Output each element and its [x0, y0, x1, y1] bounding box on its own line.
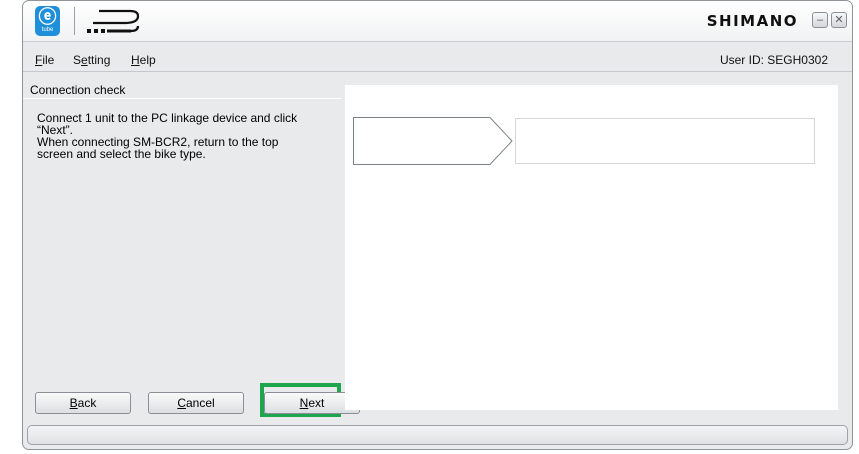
device-info-box [515, 118, 815, 164]
close-button[interactable]: ✕ [831, 12, 847, 28]
shimano-s-logo [87, 9, 140, 33]
app-window: ⓔ tube SHIMANO – ✕ File Setting Help Use… [22, 0, 853, 450]
cancel-button[interactable]: Cancel [148, 392, 244, 414]
logo-divider [74, 7, 75, 35]
menu-setting-accel: e [81, 53, 88, 67]
menu-bar: File Setting Help User ID: SEGH0302 [23, 49, 852, 72]
etube-logo-text: tube [41, 27, 54, 33]
title-bar: ⓔ tube SHIMANO – ✕ [23, 1, 852, 42]
menu-setting-s: S [73, 53, 82, 67]
etube-logo: ⓔ tube [35, 6, 60, 36]
close-icon: ✕ [834, 14, 844, 26]
arrow-step-box [353, 117, 513, 165]
menu-setting[interactable]: Setting [73, 53, 110, 67]
left-panel: Connection check Connect 1 unit to the P… [23, 76, 360, 417]
instructions-text: Connect 1 unit to the PC linkage device … [37, 112, 327, 160]
panel-title-divider [23, 98, 341, 99]
connection-diagram-panel [345, 85, 838, 410]
shimano-brand: SHIMANO [706, 12, 798, 30]
next-rest: ext [308, 396, 325, 410]
menu-setting-rest: tting [87, 53, 111, 67]
menu-help[interactable]: Help [131, 53, 156, 67]
cancel-accel: C [177, 396, 186, 410]
instruction-line: Connect 1 unit to the PC linkage device … [37, 111, 298, 125]
instruction-line: screen and select the bike type. [37, 147, 206, 161]
back-button[interactable]: Back [35, 392, 131, 414]
menu-file-rest: ile [42, 53, 55, 67]
status-bar [27, 425, 848, 445]
menu-help-rest: elp [139, 53, 156, 67]
cancel-rest: ancel [185, 396, 215, 410]
menu-help-accel: H [131, 53, 140, 67]
minimize-button[interactable]: – [812, 12, 828, 28]
etube-logo-mark: ⓔ [38, 7, 57, 27]
panel-title: Connection check [30, 83, 126, 97]
back-rest: ack [77, 396, 97, 410]
menu-file[interactable]: File [35, 53, 54, 67]
back-accel: B [69, 396, 78, 410]
user-id: User ID: SEGH0302 [719, 53, 828, 67]
minimize-icon: – [816, 14, 824, 26]
